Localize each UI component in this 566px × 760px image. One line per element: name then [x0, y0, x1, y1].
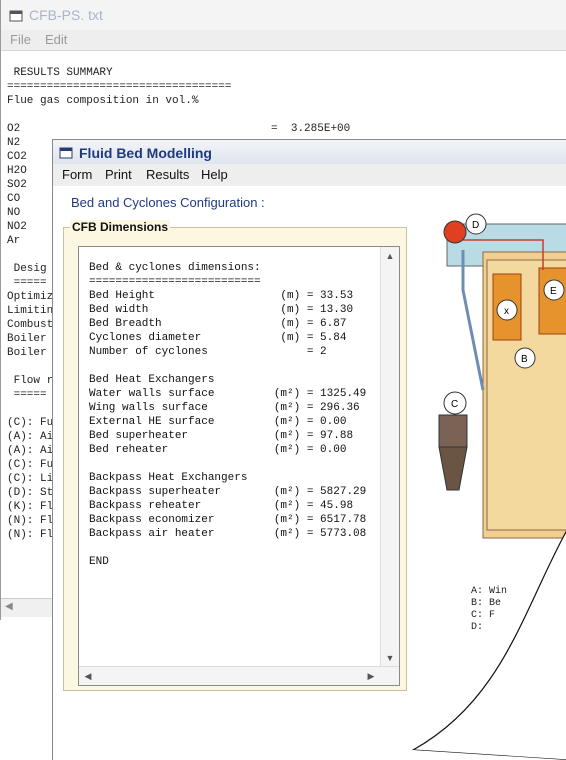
svg-text:B: B — [521, 354, 528, 365]
svg-text:C: C — [451, 399, 458, 410]
scroll-down-icon[interactable]: ▼ — [382, 650, 398, 666]
form-icon — [59, 146, 73, 164]
boiler-diagram: D E x B C — [438, 213, 566, 539]
back-window-title: CFB-PS. txt — [29, 7, 103, 23]
menu-print[interactable]: Print — [105, 167, 132, 182]
menu-file[interactable]: File — [10, 32, 31, 47]
menu-edit[interactable]: Edit — [45, 32, 67, 47]
svg-text:x: x — [504, 306, 509, 317]
front-menu-bar: Form Print Results Help — [53, 164, 566, 186]
section-title: Bed and Cyclones Configuration : — [71, 195, 265, 210]
svg-text:D: D — [472, 220, 479, 231]
back-title-bar[interactable]: CFB-PS. txt — [1, 0, 566, 30]
cyclone — [438, 414, 468, 448]
menu-results[interactable]: Results — [146, 167, 189, 182]
scroll-right-icon[interactable]: ▶ — [363, 668, 379, 684]
front-title-bar[interactable]: Fluid Bed Modelling — [53, 140, 566, 164]
menu-form[interactable]: Form — [62, 167, 92, 182]
scroll-left-icon[interactable]: ◀ — [5, 601, 13, 612]
horizontal-scrollbar[interactable]: ◀ ▶ — [79, 666, 399, 685]
scroll-left-icon[interactable]: ◀ — [80, 668, 96, 684]
menu-help[interactable]: Help — [201, 167, 228, 182]
document-icon — [9, 9, 23, 27]
front-window: Fluid Bed Modelling Form Print Results H… — [52, 139, 566, 760]
svg-text:E: E — [550, 286, 557, 297]
dimensions-text: Bed & cyclones dimensions: =============… — [89, 262, 367, 568]
back-menu-bar: File Edit — [1, 30, 566, 51]
dimensions-text-box[interactable]: Bed & cyclones dimensions: =============… — [78, 246, 400, 686]
cfb-dimensions-group: CFB Dimensions Bed & cyclones dimensions… — [63, 220, 407, 691]
scroll-up-icon[interactable]: ▲ — [382, 248, 398, 264]
bed-heat-exchanger-e — [538, 267, 566, 335]
drum-marker — [443, 220, 467, 244]
diagram-legend: A: Win B: Be C: F D: — [471, 586, 508, 633]
vertical-scrollbar[interactable]: ▲ ▼ — [380, 247, 399, 667]
group-title: CFB Dimensions — [70, 220, 171, 234]
front-window-title: Fluid Bed Modelling — [79, 145, 212, 161]
